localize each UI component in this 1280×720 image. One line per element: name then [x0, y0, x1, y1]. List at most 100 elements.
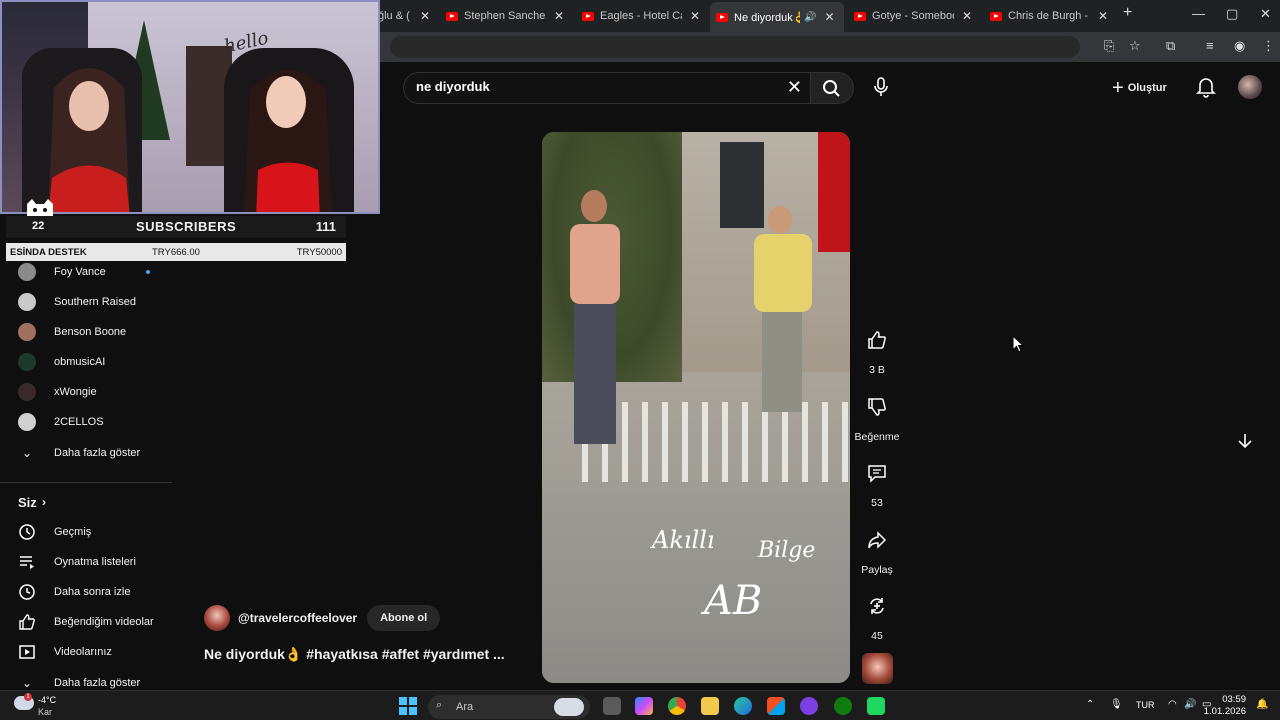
channel-avatar	[18, 383, 36, 401]
sidebar-item-watch-later[interactable]: Daha sonra izle	[0, 577, 172, 607]
chrome-menu-icon[interactable]: ⋮	[1262, 38, 1275, 54]
copilot-icon[interactable]	[635, 697, 653, 715]
like-button[interactable]: 3 B	[852, 322, 902, 376]
maximize-button[interactable]: ▢	[1226, 6, 1238, 22]
section-you-link[interactable]: Siz ›	[0, 487, 172, 517]
windows-start-icon[interactable]	[399, 697, 417, 715]
sidebar-item-your-videos[interactable]: Videolarınız	[0, 637, 172, 667]
new-tab-button[interactable]: +	[1123, 4, 1132, 22]
your-videos-icon	[18, 643, 36, 661]
watch-later-icon	[18, 583, 36, 601]
close-tab-icon[interactable]: ✕	[1098, 9, 1108, 23]
channel-name: obmusicAI	[54, 356, 106, 368]
microphone-icon[interactable]: 🎙	[1110, 699, 1123, 710]
audio-playing-icon[interactable]: 🔊	[804, 12, 816, 23]
browser-tab[interactable]: Gotye - Somebody T ✕	[848, 4, 978, 28]
close-tab-icon[interactable]: ✕	[554, 9, 564, 23]
chevron-up-icon[interactable]: ⌃	[1086, 699, 1094, 710]
browser-tab[interactable]: Stephen Sanchez - U ✕	[440, 4, 570, 28]
sidebar-channel[interactable]: 2CELLOS	[0, 407, 172, 437]
remix-count: 45	[871, 630, 883, 642]
sidebar-channel[interactable]: Benson Boone	[0, 317, 172, 347]
channel-avatar	[18, 263, 36, 281]
close-window-button[interactable]: ✕	[1260, 6, 1271, 22]
sidebar-item-label: Oynatma listeleri	[54, 556, 136, 568]
browser-tab-active[interactable]: Ne diyorduk👌 🔊 ✕	[710, 2, 844, 32]
task-view-icon[interactable]	[603, 697, 621, 715]
search-input[interactable]	[416, 79, 776, 94]
channel-name: 2CELLOS	[54, 416, 104, 428]
taskbar-search[interactable]: ⌕ Ara	[428, 695, 590, 719]
watermark-left-text: Akıllı	[652, 526, 715, 554]
profile-icon[interactable]: ◉	[1234, 38, 1245, 54]
remix-button[interactable]: 45	[852, 588, 902, 642]
language-indicator[interactable]: TUR	[1136, 700, 1155, 710]
dislike-label: Beğenme	[854, 431, 900, 443]
sidebar-item-liked-videos[interactable]: Beğendiğim videolar	[0, 607, 172, 637]
comments-button[interactable]: 53	[852, 455, 902, 509]
sidebar-item-playlists[interactable]: Oynatma listeleri	[0, 547, 172, 577]
tab-title: ğlu & (	[378, 10, 410, 22]
close-tab-icon[interactable]: ✕	[962, 9, 972, 23]
video-owner: @travelercoffeelover Abone ol	[204, 604, 441, 632]
sidebar-item-history[interactable]: Geçmiş	[0, 517, 172, 547]
sidebar-channel[interactable]: obmusicAI	[0, 347, 172, 377]
weather-widget[interactable]: 1 -4°C Kar	[14, 693, 74, 719]
xbox-icon[interactable]	[834, 697, 852, 715]
bookmark-star-icon[interactable]: ☆	[1129, 38, 1141, 54]
volume-icon[interactable]: 🔊	[1184, 699, 1196, 710]
mouse-cursor-icon	[1012, 335, 1024, 353]
create-button[interactable]: + Oluştur	[1112, 76, 1167, 100]
chrome-icon[interactable]	[668, 697, 686, 715]
app-icon[interactable]	[800, 697, 818, 715]
subscribe-button[interactable]: Abone ol	[367, 605, 441, 631]
taskbar-clock[interactable]: 03:59 1.01.2026	[1198, 694, 1246, 718]
show-more-channels-button[interactable]: ⌄ Daha fazla göster	[0, 438, 172, 468]
browser-tab[interactable]: Chris de Burgh - Lad ✕	[984, 4, 1114, 28]
close-tab-icon[interactable]: ✕	[690, 9, 700, 23]
video-title[interactable]: Ne diyorduk👌 #hayatkısa #affet #yardımet…	[204, 646, 505, 663]
sidebar: Foy Vance Southern Raised Benson Boone o…	[0, 200, 172, 700]
search-button[interactable]	[810, 72, 854, 104]
search-icon: ⌕	[436, 699, 443, 711]
app-icon[interactable]	[867, 697, 885, 715]
channel-avatar[interactable]	[204, 605, 230, 631]
chevron-right-icon: ›	[42, 495, 46, 509]
sidebar-channel[interactable]: Foy Vance	[0, 257, 172, 287]
edge-icon[interactable]	[734, 697, 752, 715]
dislike-button[interactable]: Beğenme	[852, 389, 902, 443]
share-button[interactable]: Paylaş	[852, 522, 902, 576]
close-tab-icon[interactable]: ✕	[420, 9, 430, 23]
sidebar-channel[interactable]: Southern Raised	[0, 287, 172, 317]
browser-tab[interactable]: Eagles - Hotel Califo ✕	[576, 4, 706, 28]
donation-goal: TRY50000	[296, 247, 342, 258]
sidebar-channel[interactable]: xWongie	[0, 377, 172, 407]
voice-search-button[interactable]	[864, 70, 898, 104]
channel-name: Foy Vance	[54, 266, 106, 278]
wifi-icon[interactable]: ◠	[1168, 699, 1177, 710]
extensions-icon[interactable]: ⧉	[1166, 38, 1175, 54]
search-box[interactable]: ✕	[403, 72, 811, 104]
channel-name: Benson Boone	[54, 326, 127, 338]
media-control-icon[interactable]: ≡	[1206, 38, 1214, 53]
divider	[0, 482, 172, 483]
sidebar-item-label: Videolarınız	[54, 646, 112, 658]
install-app-icon[interactable]: ⎘	[1104, 38, 1114, 54]
video-man-left	[570, 190, 620, 444]
minimize-button[interactable]: —	[1192, 6, 1205, 21]
shorts-video-player[interactable]: Akıllı Bilge AB	[542, 132, 850, 683]
browser-tab[interactable]: ğlu & ( ✕	[372, 4, 436, 28]
channel-name[interactable]: @travelercoffeelover	[238, 611, 357, 625]
tab-title: Stephen Sanchez - U	[464, 10, 546, 22]
clear-search-icon[interactable]: ✕	[787, 77, 802, 98]
channel-thumbnail[interactable]	[862, 653, 893, 684]
file-explorer-icon[interactable]	[701, 697, 719, 715]
store-icon[interactable]	[767, 697, 785, 715]
next-video-button[interactable]	[1236, 432, 1254, 455]
notifications-icon[interactable]: 🔔	[1256, 699, 1268, 710]
close-tab-icon[interactable]: ✕	[824, 10, 834, 24]
notifications-button[interactable]	[1196, 76, 1216, 103]
address-field[interactable]	[390, 36, 1080, 58]
streamer-left	[48, 68, 130, 212]
account-avatar[interactable]	[1238, 75, 1262, 99]
